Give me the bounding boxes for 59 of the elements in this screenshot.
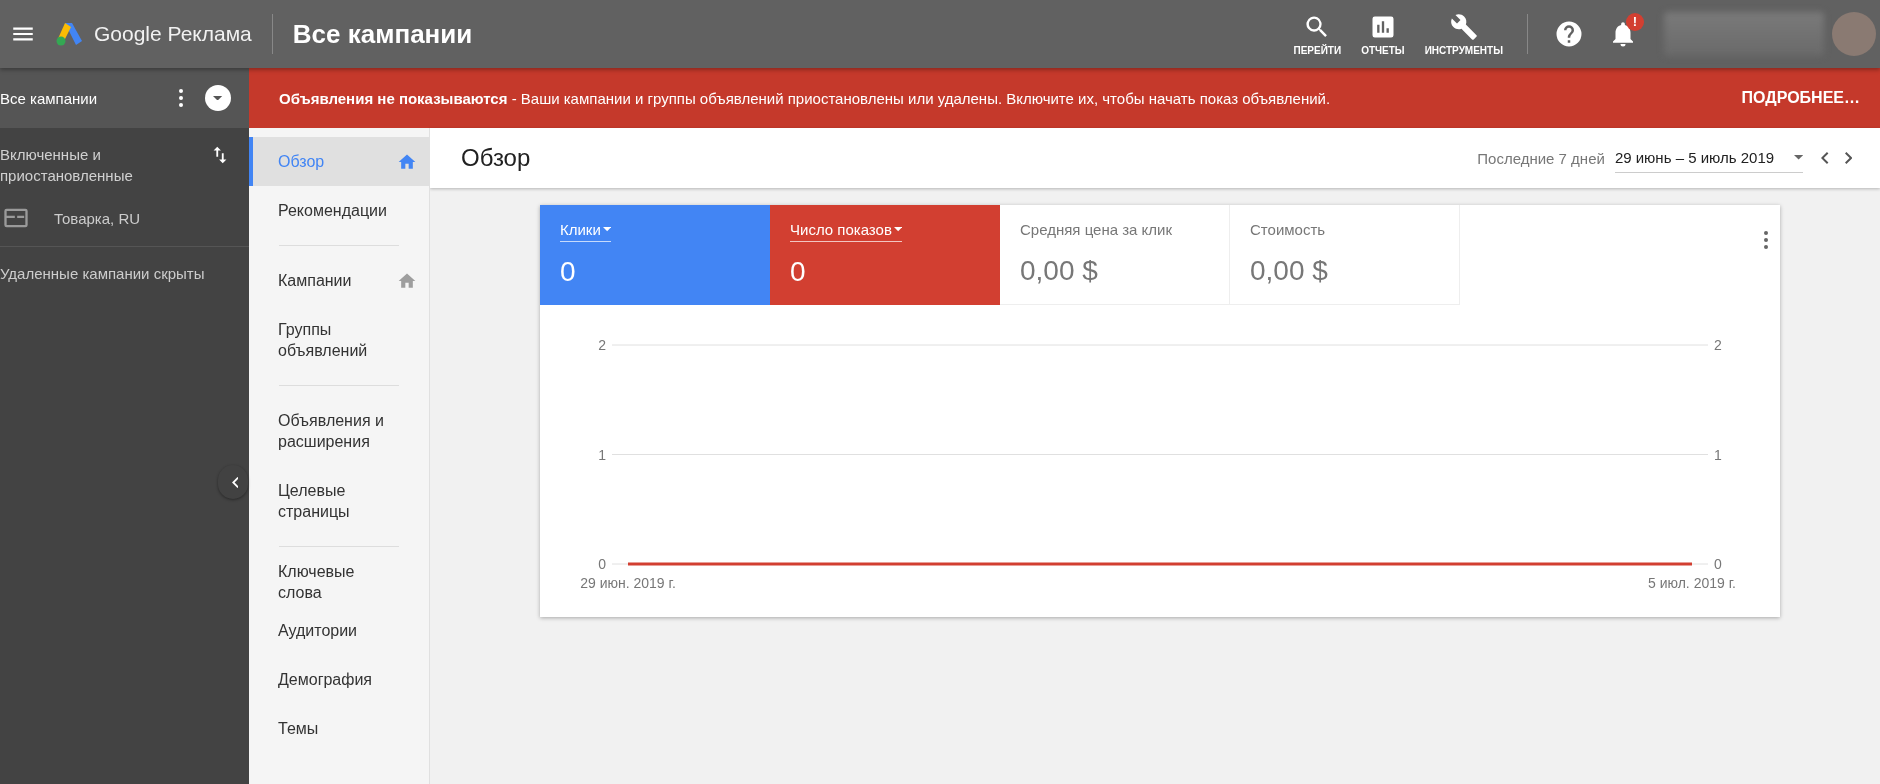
axis-tick-label: 2 (598, 337, 606, 353)
axis-tick-label: 0 (598, 556, 606, 572)
nav-item[interactable]: Кампании (249, 256, 429, 305)
caret-icon (893, 227, 903, 232)
metric-tile[interactable]: Средняя цена за клик 0,00 $ (1000, 205, 1230, 305)
nav-item[interactable]: Рекомендации (249, 186, 429, 235)
caret-icon (213, 95, 223, 101)
campaign-name[interactable]: Товарка, RU (54, 209, 141, 227)
help-icon (1554, 19, 1584, 49)
details-link[interactable]: ПОДРОБНЕЕ… (1741, 89, 1860, 107)
metric-tile[interactable]: Клики 0 (540, 205, 770, 305)
search-button[interactable]: ПЕРЕЙТИ (1283, 6, 1352, 62)
x-axis-label: 5 июл. 2019 г. (1648, 575, 1736, 591)
metric-label[interactable]: Клики (560, 221, 612, 242)
metric-label: Стоимость (1250, 221, 1326, 240)
logo-icon (56, 21, 84, 47)
more-button[interactable] (179, 89, 183, 107)
chevron-left-icon (231, 476, 239, 488)
nav-item[interactable]: Темы (249, 704, 429, 753)
dots-icon (179, 89, 183, 107)
metric-value: 0 (790, 256, 807, 288)
metric-value: 0,00 $ (1020, 255, 1099, 287)
nav-item[interactable]: Аудитории (249, 606, 429, 655)
nav-item[interactable]: Целевые страницы (249, 466, 429, 536)
tools-button[interactable]: ИНСТРУМЕНТЫ (1414, 6, 1513, 62)
nav-item[interactable]: Группы объявлений (249, 305, 429, 375)
metric-tile[interactable]: Стоимость 0,00 $ (1230, 205, 1460, 305)
metric-value: 0 (560, 256, 577, 288)
metric-tile[interactable]: Число показов 0 (770, 205, 1000, 305)
chevron-left-icon (1821, 152, 1829, 164)
nav-item[interactable]: Демография (249, 655, 429, 704)
metric-value: 0,00 $ (1250, 255, 1329, 287)
notification-badge: ! (1626, 13, 1644, 31)
nav-item[interactable]: Ключевые слова (249, 557, 429, 606)
wrench-icon (1449, 12, 1478, 41)
hidden-campaigns-note: Удаленные кампании скрыты (0, 264, 206, 284)
range-label: Последние 7 дней (1477, 149, 1605, 167)
axis-tick-label: 1 (1714, 446, 1722, 463)
metric-label: Средняя цена за клик (1020, 221, 1172, 240)
nav-item[interactable]: Объявления и расширения (249, 396, 429, 466)
dots-icon (1764, 231, 1768, 249)
axis-tick-label: 0 (1714, 556, 1722, 572)
axis-tick-label: 2 (1714, 337, 1722, 353)
date-range-dropdown[interactable]: 29 июнь – 5 июль 2019 (1614, 143, 1804, 173)
x-axis-label: 29 июн. 2019 г. (580, 575, 676, 591)
alert-message: Объявления не показываются - Ваши кампании и группы объявлений приостановлены или удалены. Включите их, чтобы начать показ объявлений. (279, 89, 1332, 107)
sidebar-header: Все кампании (0, 89, 99, 107)
campaign-filter[interactable]: Включенные и приостановленные (0, 144, 209, 186)
caret-icon (602, 227, 612, 232)
reports-button[interactable]: ОТЧЕТЫ (1351, 6, 1415, 62)
caret-icon (1794, 155, 1804, 160)
section-title: Обзор (461, 144, 532, 172)
notifications-button[interactable]: ! (1602, 13, 1644, 55)
page-title: Все кампании (292, 18, 473, 50)
product-name: Google Реклама (94, 22, 252, 46)
metric-label[interactable]: Число показов (790, 221, 903, 242)
axis-tick-label: 1 (598, 446, 606, 463)
dropdown-button[interactable] (205, 85, 231, 111)
chevron-right-icon (1844, 152, 1852, 164)
